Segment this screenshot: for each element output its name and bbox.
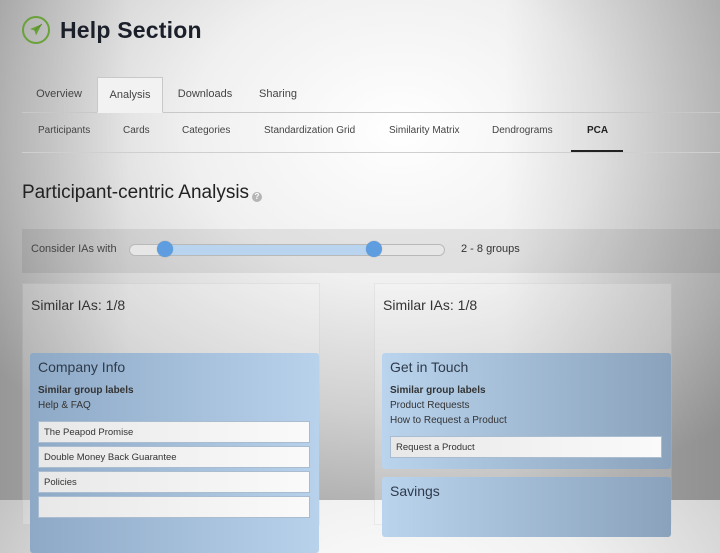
group-card-company-info[interactable]: Company Info Similar group labels Help &… [30, 353, 319, 553]
similar-label: How to Request a Product [390, 415, 507, 426]
subtab-dendrograms[interactable]: Dendrograms [492, 112, 553, 152]
main-tabs: Overview Analysis Downloads Sharing [22, 77, 720, 113]
tab-overview[interactable]: Overview [22, 77, 96, 112]
panel-title: Similar IAs: 1/8 [31, 297, 126, 313]
tab-sharing[interactable]: Sharing [252, 77, 304, 112]
subtab-standardization-grid[interactable]: Standardization Grid [264, 112, 355, 152]
card-item[interactable]: Double Money Back Guarantee [38, 446, 310, 468]
similar-ias-panel-right: Similar IAs: 1/8 Get in Touch Similar gr… [374, 283, 672, 537]
range-value-text: 2 - 8 groups [461, 243, 520, 255]
tab-analysis[interactable]: Analysis [97, 77, 163, 113]
tab-downloads[interactable]: Downloads [167, 77, 243, 112]
filter-label: Consider IAs with [31, 243, 117, 255]
subtab-participants[interactable]: Participants [38, 112, 90, 152]
group-title: Savings [390, 483, 440, 499]
paper-plane-icon [22, 16, 50, 44]
section-title: Participant-centric Analysis [22, 182, 250, 203]
active-subtab-indicator [571, 150, 623, 152]
card-item[interactable]: Policies [38, 471, 310, 493]
slider-fill [164, 245, 375, 255]
subtab-cards[interactable]: Cards [123, 112, 150, 152]
group-card-get-in-touch[interactable]: Get in Touch Similar group labels Produc… [382, 353, 671, 469]
subtab-pca[interactable]: PCA [587, 112, 608, 152]
card-item[interactable]: Request a Product [390, 436, 662, 458]
panel-title: Similar IAs: 1/8 [383, 297, 478, 313]
group-range-slider[interactable] [129, 241, 445, 257]
subtab-categories[interactable]: Categories [182, 112, 230, 152]
similar-label: Help & FAQ [38, 400, 91, 411]
group-card-savings[interactable]: Savings [382, 477, 671, 537]
page-title: Help Section [60, 16, 202, 43]
analysis-subtabs: Participants Cards Categories Standardiz… [22, 112, 720, 153]
subtab-similarity-matrix[interactable]: Similarity Matrix [389, 112, 460, 152]
page-header: Help Section [22, 16, 202, 44]
slider-handle-max[interactable] [366, 241, 383, 257]
group-title: Get in Touch [390, 359, 469, 375]
similar-ias-panel-left: Similar IAs: 1/8 Company Info Similar gr… [22, 283, 320, 553]
slider-handle-min[interactable] [156, 241, 173, 257]
similar-label: Product Requests [390, 400, 470, 411]
similar-labels-heading: Similar group labels [38, 385, 134, 396]
card-item[interactable] [38, 496, 310, 518]
help-icon[interactable]: ? [252, 192, 262, 202]
group-title: Company Info [38, 359, 126, 375]
similar-labels-heading: Similar group labels [390, 385, 486, 396]
card-item[interactable]: The Peapod Promise [38, 421, 310, 443]
filter-bar: Consider IAs with 2 - 8 groups [22, 229, 720, 273]
